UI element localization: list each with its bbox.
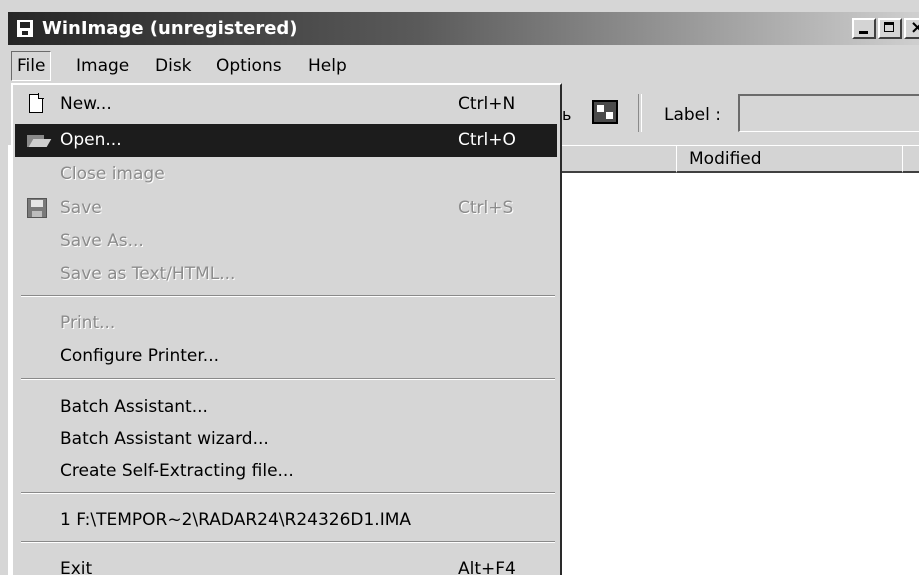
menu-item-label: Exit [60,559,93,579]
menu-item-label: Save [60,198,102,218]
menu-options[interactable]: Options [216,56,282,76]
menu-item-configure-printer[interactable]: Configure Printer... [15,340,557,373]
new-file-icon [29,93,44,113]
menu-item-label: Batch Assistant... [60,397,208,417]
menu-separator [21,295,555,297]
menu-item-batch-assistant[interactable]: Batch Assistant... [15,391,557,424]
menu-item-save-as[interactable]: Save As... [15,225,557,258]
menu-item-new[interactable]: New... Ctrl+N [15,88,557,121]
menu-item-shortcut: Ctrl+O [458,130,516,150]
menu-item-print[interactable]: Print... [15,307,557,340]
label-input[interactable] [738,94,919,132]
menu-item-label: Open... [60,130,122,150]
minimize-button[interactable] [852,18,876,39]
sort-az-icon[interactable] [592,100,618,124]
menu-bar: File Image Disk Options Help [8,48,919,83]
close-button[interactable]: × [904,17,919,39]
label-caption: Label : [664,105,721,125]
menu-item-open[interactable]: Open... Ctrl+O [15,124,557,157]
menu-item-label: Configure Printer... [60,346,220,366]
menu-item-create-self-extracting[interactable]: Create Self-Extracting file... [15,455,557,488]
winimage-app-icon[interactable] [17,20,33,37]
menu-separator [21,378,555,380]
menu-item-shortcut: Alt+F4 [458,559,516,579]
menu-item-close-image[interactable]: Close image [15,158,557,191]
menu-item-batch-assistant-wizard[interactable]: Batch Assistant wizard... [15,423,557,456]
menu-item-label: Print... [60,313,116,333]
menu-separator [21,492,555,494]
maximize-button[interactable] [878,18,902,39]
menu-item-label: 1 F:\TEMPOR~2\RADAR24\R24326D1.IMA [60,510,412,530]
toolbar-button-partial[interactable]: ь [562,105,571,124]
menu-file[interactable]: File [11,51,52,81]
open-folder-icon [27,130,49,152]
menu-separator [21,541,555,543]
menu-item-label: Close image [60,164,165,184]
window-title: WinImage (unregistered) [42,18,298,39]
app-window: WinImage (unregistered) × File Image Dis… [0,0,919,579]
menu-item-shortcut: Ctrl+S [458,198,514,218]
menu-item-label: Save as Text/HTML... [60,264,236,284]
menu-item-save[interactable]: Save Ctrl+S [15,192,557,225]
close-icon: × [910,17,919,38]
menu-item-recent-file-1[interactable]: 1 F:\TEMPOR~2\RADAR24\R24326D1.IMA [15,504,557,537]
menu-item-shortcut: Ctrl+N [458,94,516,114]
menu-help[interactable]: Help [308,56,347,76]
menu-item-label: New... [60,94,112,114]
column-header-modified[interactable]: Modified [676,145,904,173]
file-menu-dropdown: New... Ctrl+N Open... Ctrl+O Close image… [11,83,562,579]
title-bar[interactable]: WinImage (unregistered) × [8,12,919,45]
menu-item-save-as-text-html[interactable]: Save as Text/HTML... [15,258,557,291]
toolbar-separator [638,94,642,132]
menu-disk[interactable]: Disk [155,56,192,76]
menu-item-exit[interactable]: Exit Alt+F4 [15,553,557,586]
column-header-next[interactable] [902,145,919,173]
menu-item-label: Save As... [60,231,144,251]
column-header-size[interactable] [560,145,678,173]
save-disk-icon [27,198,47,218]
menu-item-label: Create Self-Extracting file... [60,461,294,481]
menu-item-label: Batch Assistant wizard... [60,429,269,449]
menu-image[interactable]: Image [76,56,129,76]
